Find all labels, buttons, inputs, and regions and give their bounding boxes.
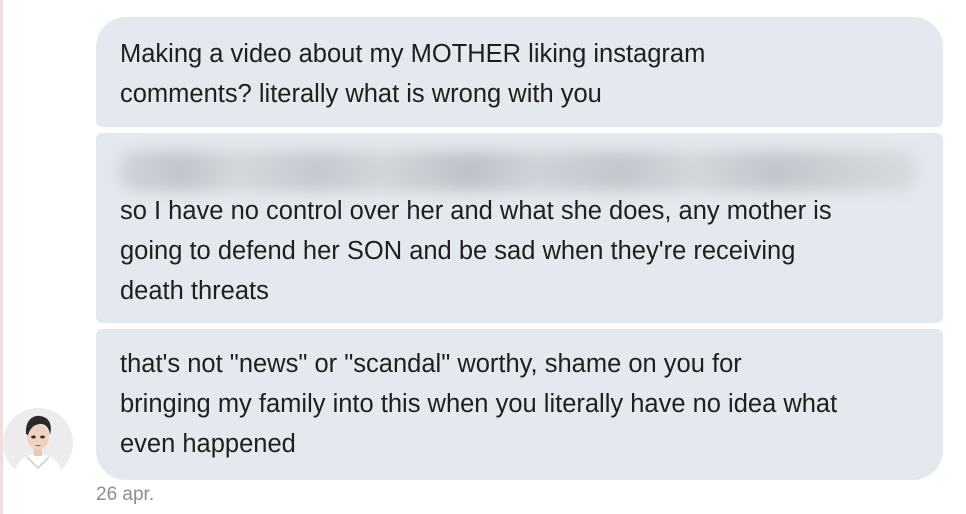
message-line: death threats (120, 277, 269, 305)
sender-avatar[interactable] (3, 408, 73, 478)
message-line: bringing my family into this when you li… (120, 390, 838, 418)
message-line: so I have no control over her and what s… (120, 197, 832, 225)
message-line: even happened (120, 430, 296, 458)
message-bubble-3[interactable]: that's not "news" or "scandal" worthy, s… (96, 329, 943, 480)
message-timestamp: 26 apr. (96, 484, 155, 505)
message-line: comments? literally what is wrong with y… (120, 80, 602, 108)
user-avatar-icon (3, 408, 73, 478)
redacted-line (118, 151, 918, 191)
message-line: that's not "news" or "scandal" worthy, s… (120, 350, 742, 378)
message-bubble-1[interactable]: Making a video about my MOTHER liking in… (96, 17, 943, 127)
message-line: going to defend her SON and be sad when … (120, 237, 796, 265)
message-line: Making a video about my MOTHER liking in… (120, 40, 706, 68)
message-bubble-2[interactable]: so I have no control over her and what s… (96, 133, 943, 323)
